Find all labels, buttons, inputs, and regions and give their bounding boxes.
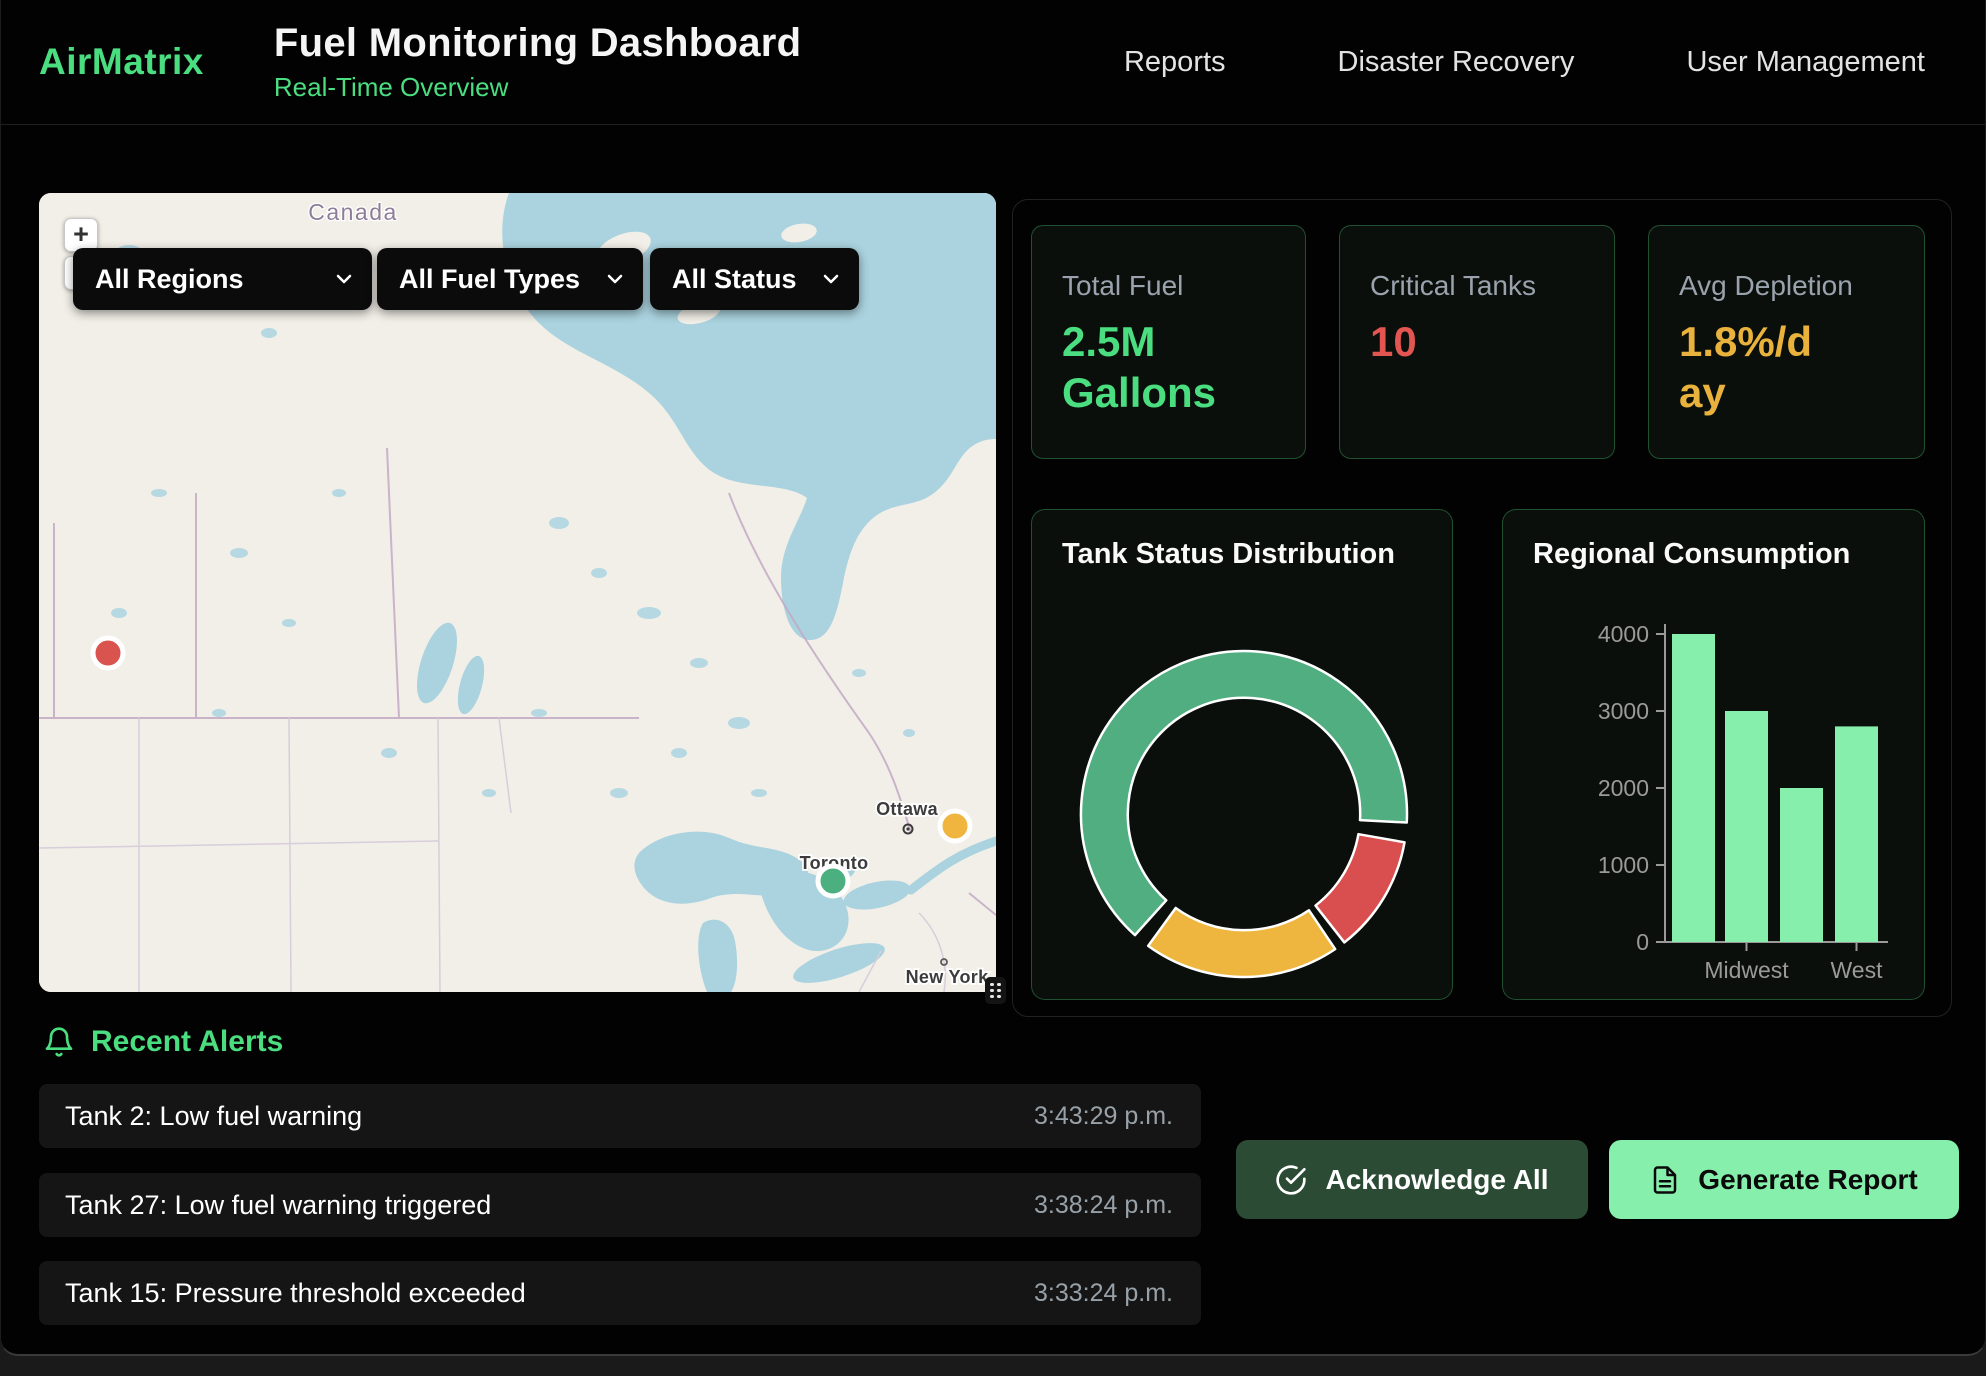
alert-timestamp: 3:33:24 p.m. [1034, 1279, 1173, 1308]
generate-report-button[interactable]: Generate Report [1609, 1140, 1959, 1219]
stat-card-avg-depletion: Avg Depletion 1.8%/day [1648, 225, 1925, 459]
donut-segment-critical [1316, 834, 1405, 942]
tank-marker-warning[interactable] [940, 811, 970, 841]
alert-message: Tank 15: Pressure threshold exceeded [65, 1278, 526, 1309]
status-filter-value: All Status [672, 264, 797, 295]
alert-row: Tank 2: Low fuel warning 3:43:29 p.m. [39, 1084, 1201, 1148]
y-axis-tick-label: 2000 [1598, 775, 1649, 801]
map-canvas[interactable]: Canada Ottawa Toronto New York [39, 193, 996, 992]
alert-row: Tank 15: Pressure threshold exceeded 3:3… [39, 1261, 1201, 1325]
generate-report-label: Generate Report [1698, 1164, 1917, 1196]
consumption-bar [1835, 726, 1878, 942]
y-axis-tick-label: 1000 [1598, 852, 1649, 878]
map-label-canada: Canada [308, 199, 398, 225]
map-resize-handle[interactable] [985, 977, 1006, 1004]
alert-row: Tank 27: Low fuel warning triggered 3:38… [39, 1173, 1201, 1237]
consumption-bar [1672, 634, 1715, 942]
region-filter-value: All Regions [95, 264, 244, 295]
regional-consumption-bar-chart: 0 1000 2000 3000 4000 Midwest West [1503, 510, 1926, 1001]
regional-consumption-chart-card: Regional Consumption 01000200030004000Mi… [1502, 509, 1925, 1000]
stat-label: Critical Tanks [1370, 270, 1614, 302]
y-axis-tick-label: 3000 [1598, 698, 1649, 724]
check-circle-icon [1275, 1164, 1307, 1196]
nav-reports[interactable]: Reports [1124, 46, 1226, 79]
chevron-down-icon [819, 267, 843, 291]
alerts-heading-text: Recent Alerts [91, 1025, 283, 1059]
stat-value: 10 [1370, 316, 1614, 367]
page-subtitle: Real-Time Overview [274, 72, 801, 103]
consumption-bar [1780, 788, 1823, 942]
nav-user-management[interactable]: User Management [1686, 46, 1925, 79]
alert-timestamp: 3:43:29 p.m. [1034, 1102, 1173, 1131]
alerts-heading: Recent Alerts [43, 1025, 283, 1059]
y-axis-tick-label: 4000 [1598, 621, 1649, 647]
tank-status-chart-card: Tank Status Distribution [1031, 509, 1453, 1000]
page-title: Fuel Monitoring Dashboard [274, 21, 801, 66]
map-zoom-in-button[interactable]: + [64, 218, 98, 252]
alert-message: Tank 2: Low fuel warning [65, 1101, 362, 1132]
title-block: Fuel Monitoring Dashboard Real-Time Over… [274, 21, 801, 103]
stat-value: 1.8%/day [1679, 316, 1829, 418]
consumption-bar [1725, 711, 1768, 942]
stat-card-total-fuel: Total Fuel 2.5M Gallons [1031, 225, 1306, 459]
bell-icon [43, 1026, 75, 1058]
stat-label: Total Fuel [1062, 270, 1305, 302]
map-label-new-york: New York [906, 967, 989, 987]
tank-marker-normal[interactable] [818, 866, 848, 896]
chevron-down-icon [332, 267, 356, 291]
app-logo: AirMatrix [39, 41, 204, 83]
tank-marker-critical[interactable] [93, 638, 123, 668]
acknowledge-all-button[interactable]: Acknowledge All [1236, 1140, 1588, 1219]
x-axis-category-label: West [1831, 957, 1884, 983]
file-text-icon [1650, 1165, 1680, 1195]
stat-value: 2.5M Gallons [1062, 316, 1242, 418]
alert-message: Tank 27: Low fuel warning triggered [65, 1190, 491, 1221]
fuel-type-filter-dropdown[interactable]: All Fuel Types [377, 248, 643, 310]
map-panel[interactable]: Canada Ottawa Toronto New York + − All R… [39, 193, 996, 992]
nav-disaster-recovery[interactable]: Disaster Recovery [1338, 46, 1575, 79]
stat-label: Avg Depletion [1679, 270, 1924, 302]
header: AirMatrix Fuel Monitoring Dashboard Real… [1, 0, 1985, 125]
tank-status-donut-chart [1032, 510, 1454, 1001]
main-nav: Reports Disaster Recovery User Managemen… [1124, 46, 1925, 79]
acknowledge-all-label: Acknowledge All [1325, 1164, 1548, 1196]
map-label-ottawa: Ottawa [876, 799, 939, 819]
region-filter-dropdown[interactable]: All Regions [73, 248, 372, 310]
stat-card-critical-tanks: Critical Tanks 10 [1339, 225, 1615, 459]
fuel-type-filter-value: All Fuel Types [399, 264, 580, 295]
x-axis-category-label: Midwest [1704, 957, 1789, 983]
alert-timestamp: 3:38:24 p.m. [1034, 1191, 1173, 1220]
y-axis-tick-label: 0 [1636, 929, 1649, 955]
donut-segment-warning [1148, 908, 1335, 977]
app-frame: AirMatrix Fuel Monitoring Dashboard Real… [0, 0, 1986, 1356]
status-filter-dropdown[interactable]: All Status [650, 248, 859, 310]
chevron-down-icon [603, 267, 627, 291]
